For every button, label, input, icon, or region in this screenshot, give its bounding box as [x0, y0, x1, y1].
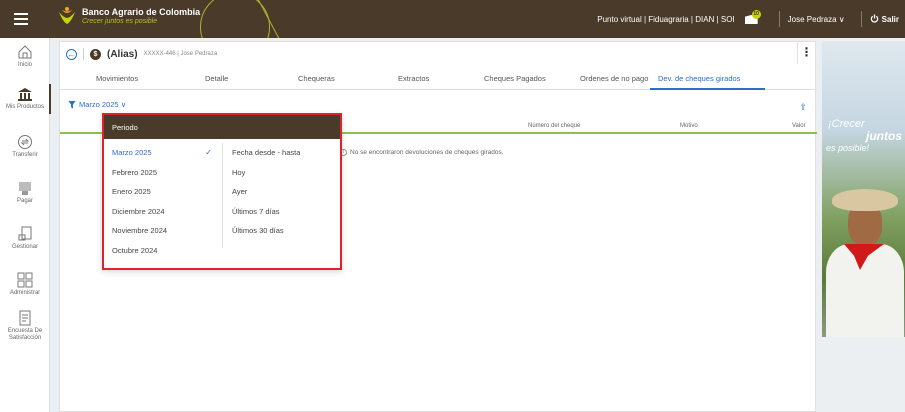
sidebar-item-administrar[interactable]: Administrar: [0, 272, 50, 297]
column-header-valor: Valor: [792, 123, 806, 129]
sidebar-item-label: Transferir: [12, 152, 38, 158]
month-list: Marzo 2025 ✓ Febrero 2025 Enero 2025 Dic…: [104, 143, 222, 260]
tab-dev-cheques-girados[interactable]: Dev. de cheques girados: [658, 74, 740, 83]
power-icon: [870, 13, 879, 25]
tab-bar: Movimientos Detalle Chequeras Extractos …: [60, 72, 817, 90]
home-icon: [17, 44, 33, 60]
sidebar-item-label: Encuesta De Satisfacción: [7, 328, 43, 341]
month-option[interactable]: Febrero 2025: [104, 163, 222, 183]
divider: [778, 11, 780, 27]
account-meta: XXXXX-446 | Jose Pedraza: [143, 51, 218, 57]
tab-extractos[interactable]: Extractos: [398, 74, 429, 83]
period-filter[interactable]: Marzo 2025 ∨: [68, 100, 126, 109]
sidebar-item-label: Inicio: [17, 62, 32, 68]
dropdown-header: Periodo: [104, 115, 340, 139]
promo-text-2: juntos: [866, 129, 902, 143]
sidebar: Inicio Mis Productos Transferir Pagar Ge…: [0, 38, 51, 412]
account-alias: (Alias): [107, 48, 138, 60]
empty-state: i No se encontraron devoluciones de cheq…: [340, 149, 504, 156]
range-option[interactable]: Fecha desde - hasta: [223, 143, 340, 163]
sidebar-item-mis-productos[interactable]: Mis Productos: [0, 84, 51, 114]
tab-ordenes-no-pago[interactable]: Ordenes de no pago: [580, 74, 648, 83]
month-option[interactable]: Diciembre 2024: [104, 202, 222, 222]
sidebar-item-inicio[interactable]: Inicio: [0, 44, 50, 69]
brand[interactable]: Banco Agrario de Colombia Crecer juntos …: [57, 6, 200, 26]
export-icon[interactable]: ⇪: [799, 102, 807, 113]
logout-label: Salir: [881, 14, 899, 24]
sidebar-item-label: Gestionar: [11, 244, 38, 250]
column-header-motivo: Motivo: [680, 123, 698, 129]
period-dropdown: Periodo Marzo 2025 ✓ Febrero 2025 Enero …: [102, 113, 342, 270]
range-option[interactable]: Ayer: [223, 182, 340, 202]
sidebar-item-label: Pagar: [16, 198, 33, 204]
sidebar-item-label: Administrar: [9, 290, 41, 296]
top-bar: Banco Agrario de Colombia Crecer juntos …: [0, 0, 905, 38]
check-icon: ✓: [205, 148, 212, 157]
month-option[interactable]: Noviembre 2024: [104, 221, 222, 241]
notifications-icon[interactable]: 10: [744, 10, 761, 25]
sidebar-item-transferir[interactable]: Transferir: [0, 134, 50, 159]
manage-icon: [17, 226, 33, 242]
promo-text-3: es posible!: [826, 143, 870, 153]
promo-person-hat: [832, 189, 898, 211]
tab-detalle[interactable]: Detalle: [205, 74, 228, 83]
month-option[interactable]: Enero 2025: [104, 182, 222, 202]
tab-chequeras[interactable]: Chequeras: [298, 74, 335, 83]
background: [822, 337, 905, 412]
user-menu[interactable]: Jose Pedraza ∨: [788, 15, 845, 24]
divider: [83, 48, 84, 60]
brand-name: Banco Agrario de Colombia: [82, 7, 201, 17]
month-option-label: Marzo 2025: [112, 148, 152, 157]
admin-icon: [17, 272, 33, 288]
menu-icon[interactable]: [14, 13, 28, 25]
active-tab-indicator: [650, 88, 765, 90]
column-header-numero: Número del cheque: [528, 123, 581, 129]
top-links[interactable]: Punto virtual | Fiduagraria | DIAN | SOI: [597, 15, 734, 24]
top-nav: Punto virtual | Fiduagraria | DIAN | SOI…: [597, 0, 905, 38]
pay-icon: [17, 180, 33, 196]
range-list: Fecha desde - hasta Hoy Ayer Últimos 7 d…: [222, 143, 340, 248]
account-icon: $: [90, 48, 101, 60]
month-option[interactable]: Marzo 2025 ✓: [104, 143, 222, 163]
filter-icon: [68, 100, 76, 109]
divider: [860, 11, 862, 27]
back-icon[interactable]: ←: [66, 48, 77, 60]
decorative-arc: [200, 0, 270, 38]
range-option[interactable]: Últimos 7 días: [223, 202, 340, 222]
brand-tagline: Crecer juntos es posible: [82, 18, 158, 25]
sidebar-item-label: Mis Productos: [5, 104, 44, 110]
more-options-icon[interactable]: ⋮: [797, 42, 815, 64]
bank-icon: [17, 86, 33, 102]
range-option[interactable]: Últimos 30 días: [223, 221, 340, 241]
promo-text-1: ¡Crecer: [828, 118, 865, 130]
notification-badge: 10: [751, 10, 761, 19]
month-option[interactable]: Octubre 2024: [104, 241, 222, 261]
empty-message: No se encontraron devoluciones de cheque…: [350, 149, 504, 156]
period-filter-label: Marzo 2025 ∨: [79, 100, 127, 109]
promo-banner[interactable]: ¡Crecer juntos es posible!: [822, 41, 905, 337]
tab-movimientos[interactable]: Movimientos: [96, 74, 138, 83]
logout-button[interactable]: Salir: [870, 13, 899, 25]
bank-logo-icon: [57, 6, 77, 26]
survey-icon: [17, 310, 33, 326]
transfer-icon: [17, 134, 33, 150]
range-option[interactable]: Hoy: [223, 163, 340, 183]
sidebar-item-pagar[interactable]: Pagar: [0, 180, 50, 205]
sidebar-item-encuesta[interactable]: Encuesta De Satisfacción: [0, 310, 50, 342]
tab-cheques-pagados[interactable]: Cheques Pagados: [484, 74, 546, 83]
account-header: ← $ (Alias) XXXXX-446 | Jose Pedraza: [66, 48, 217, 60]
sidebar-item-gestionar[interactable]: Gestionar: [0, 226, 50, 251]
